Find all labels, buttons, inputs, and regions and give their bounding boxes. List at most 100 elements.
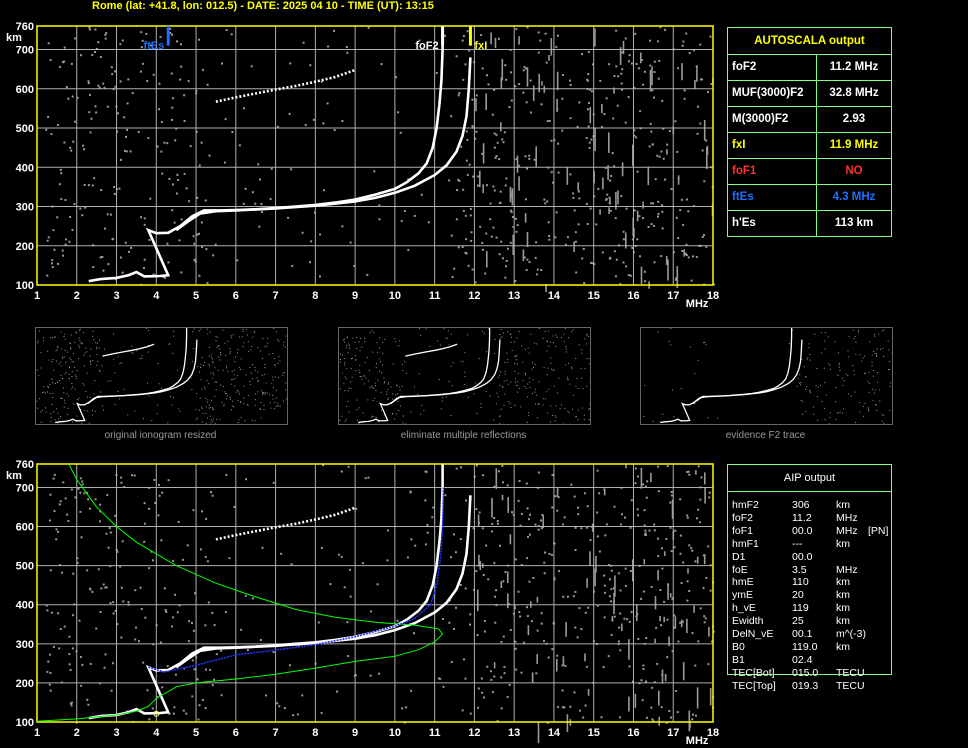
aip-v: --- [792, 537, 803, 550]
aip-v: 019.3 [792, 679, 819, 692]
aip-v: 306 [792, 499, 810, 511]
aip-u: km [836, 602, 850, 615]
aip-v: 119 [792, 602, 809, 615]
x-tick-label: 2 [74, 727, 80, 739]
y-tick-label: 200 [16, 241, 34, 253]
aip-v: 119.0 [792, 640, 818, 653]
autoscala-title: AUTOSCALA output [754, 35, 865, 47]
autoscala-value: 32.8 MHz [816, 81, 891, 107]
thumb-original [35, 327, 288, 425]
aip-v: 3.5 [792, 563, 807, 576]
autoscala-panel: AUTOSCALA output foF2 11.2 MHz MUF(3000)F2… [727, 27, 892, 237]
x-tick-label: 5 [193, 727, 199, 739]
aip-k: foE [732, 563, 748, 576]
aip-title: AIP output [728, 465, 891, 492]
y-tick-label: 300 [16, 202, 34, 214]
thumb-caption-eliminate: eliminate multiple reflections [400, 430, 527, 441]
echo-trace [215, 506, 356, 541]
x-tick-label: 6 [233, 727, 239, 739]
aip-row: B1 02.4 [732, 654, 892, 667]
x-tick-label: 6 [233, 290, 239, 302]
x-tick-label: 15 [588, 727, 600, 739]
aip-k: hmE [732, 576, 754, 589]
x-tick-label: 4 [153, 727, 160, 739]
x-tick-label: 4 [153, 290, 160, 302]
y-tick-label: 100 [16, 280, 34, 292]
thumb-eliminate [338, 327, 591, 425]
x-tick-label: 11 [429, 290, 441, 302]
x-tick-label: 3 [113, 727, 119, 739]
y-tick-label: 400 [16, 162, 34, 174]
y-unit-label: km [6, 470, 22, 482]
x-tick-label: 16 [627, 290, 639, 302]
x-tick-label: 5 [193, 290, 199, 302]
aip-row: TEC[Top] 019.3 TECU [732, 680, 892, 693]
autoscala-value: 4.3 MHz [816, 185, 891, 211]
aip-row: foE 3.5 MHz [732, 564, 892, 577]
aip-row: DelN_vE 00.1 m^(-3) [732, 628, 892, 641]
y-tick-label: 500 [16, 561, 34, 573]
echo-trace [175, 495, 472, 669]
aip-k: Ewidth [732, 615, 764, 628]
ftEs-marker-label: ftEs [143, 40, 164, 52]
aip-k: TEC[Top] [732, 679, 776, 692]
aip-k: D1 [732, 550, 746, 563]
x-unit-label: MHz [686, 298, 709, 310]
y-tick-label: 100 [16, 717, 34, 729]
aip-row: foF1 00.0 MHz [PN] [732, 525, 892, 538]
aip-row: hmF2 306 km [732, 499, 892, 512]
aip-u: m^(-3) [836, 628, 867, 640]
aip-v: 00.0 [792, 550, 813, 563]
autoscala-key: foF2 [732, 61, 757, 73]
x-tick-label: 15 [588, 290, 600, 302]
aip-k: TEC[Bot] [732, 666, 775, 679]
aip-k: foF2 [732, 511, 754, 524]
y-tick-label: 500 [16, 123, 34, 135]
autoscala-row: M(3000)F2 2.93 [728, 106, 891, 133]
aip-row: h_vE 119 km [732, 602, 892, 615]
noise-layer [45, 26, 715, 293]
x-tick-label: 14 [548, 727, 561, 739]
thumb-trace [358, 328, 491, 424]
aip-u: km [836, 615, 850, 628]
aip-k: B0 [732, 640, 745, 653]
thumb-f2 [640, 327, 893, 425]
aip-k: ymE [732, 589, 753, 602]
autoscala-row: MUF(3000)F2 32.8 MHz [728, 80, 891, 107]
y-tick-label: 400 [16, 600, 34, 612]
thumb-noise [643, 328, 893, 425]
x-tick-label: 2 [74, 290, 80, 302]
autoscala-value: 2.93 [816, 107, 891, 133]
aip-k: DelN_vE [732, 628, 774, 640]
aip-v: 25 [792, 615, 804, 628]
x-tick-label: 7 [273, 727, 279, 739]
fxI-marker-label: fxI [474, 40, 487, 52]
x-tick-label: 12 [468, 727, 480, 739]
y-tick-label: 600 [16, 522, 34, 534]
y-tick-label: 700 [16, 45, 34, 57]
aip-u: TECU [836, 679, 865, 692]
y-tick-label: 600 [16, 84, 34, 96]
aip-u: km [836, 589, 850, 602]
autoscala-row: ftEs 4.3 MHz [728, 184, 891, 211]
aip-row: D1 00.0 [732, 551, 892, 564]
aip-v: 00.1 [792, 628, 813, 640]
thumb-trace [405, 343, 458, 357]
aip-v: 00.0 [792, 524, 813, 537]
x-tick-label: 1 [34, 290, 40, 302]
autoscala-value: 11.9 MHz [816, 133, 891, 159]
aip-u: km [836, 499, 850, 511]
aip-row: Ewidth 25 km [732, 615, 892, 628]
echo-trace [175, 57, 472, 232]
aip-row: hmF1 --- km [732, 538, 892, 551]
aip-k: h_vE [732, 602, 756, 615]
aip-v: 02.4 [792, 653, 813, 666]
echo-trace [88, 464, 444, 720]
x-tick-label: 13 [508, 290, 520, 302]
x-tick-label: 17 [667, 290, 679, 302]
thumb-caption-original: original ionogram resized [104, 430, 217, 441]
aip-v: 110 [792, 576, 809, 589]
aip-v: 11.2 [792, 511, 812, 524]
x-tick-label: 7 [273, 290, 279, 302]
x-tick-label: 17 [667, 727, 679, 739]
